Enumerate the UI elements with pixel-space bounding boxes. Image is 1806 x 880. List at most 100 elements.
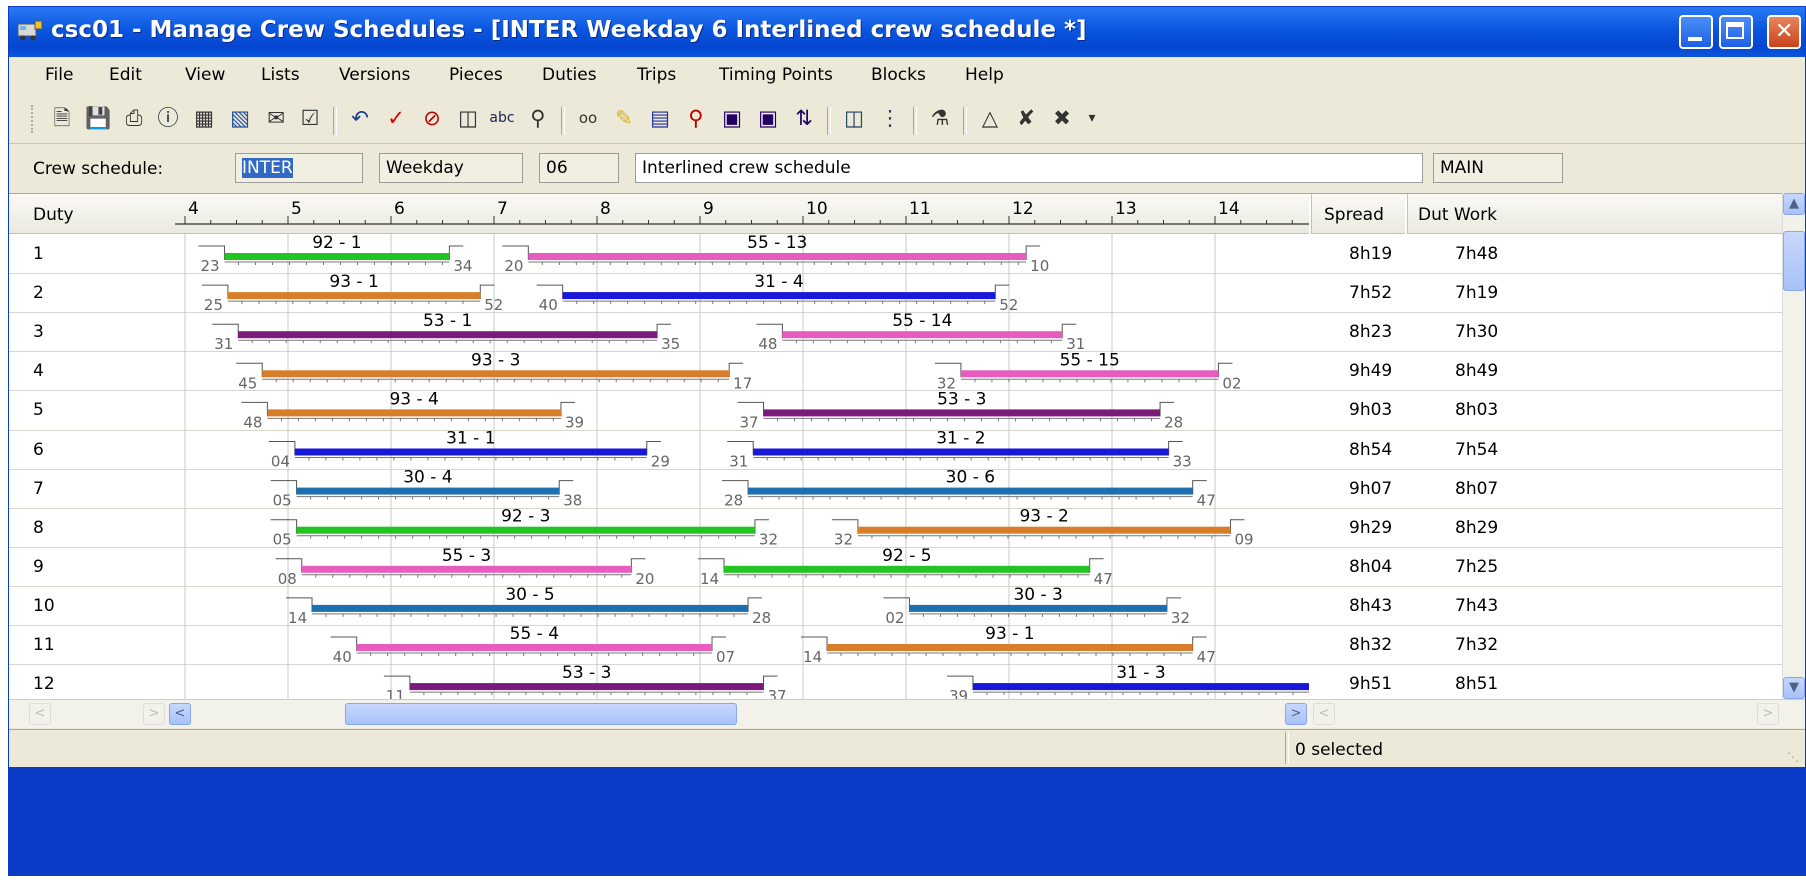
piece-start-minute: 48 [243, 413, 262, 431]
maximize-button[interactable] [1719, 15, 1753, 49]
menu-view[interactable]: View [185, 65, 225, 85]
duty-spread[interactable]: 8h19 [1349, 244, 1392, 264]
toolbar-separator [333, 107, 337, 135]
spellcheck-icon[interactable]: abc [489, 105, 515, 131]
cancel-icon[interactable]: ⊘ [419, 105, 445, 131]
sort-icon[interactable]: ⇅ [791, 105, 817, 131]
menu-timing-points[interactable]: Timing Points [719, 65, 833, 85]
piece-label: 31 - 2 [936, 429, 985, 449]
work-column-header[interactable]: Dut Work [1407, 194, 1785, 234]
duty-spread[interactable]: 8h04 [1349, 557, 1392, 577]
menu-bar: File Edit View Lists Versions Pieces Dut… [9, 57, 1805, 93]
add-piece-icon[interactable]: △ [977, 105, 1003, 131]
list-icon[interactable]: ▤ [647, 105, 673, 131]
menu-blocks[interactable]: Blocks [871, 65, 926, 85]
title-bar[interactable]: csc01 - Manage Crew Schedules - [INTER W… [9, 7, 1805, 57]
piece-end-minute: 34 [453, 257, 472, 275]
piece-start-minute: 14 [803, 648, 822, 666]
duty-spread[interactable]: 9h29 [1349, 518, 1392, 538]
duty-work[interactable]: 8h51 [1455, 674, 1498, 694]
piece-end-minute: 52 [999, 296, 1018, 314]
duty-spread[interactable]: 9h51 [1349, 674, 1392, 694]
split-icon[interactable]: ⚗ [927, 105, 953, 131]
bar-chart-icon[interactable]: ▧ [227, 105, 253, 131]
close-button[interactable] [1767, 15, 1801, 49]
duty-scroll-right-button[interactable]: > [143, 703, 165, 725]
duty-work[interactable]: 7h43 [1455, 596, 1498, 616]
search-zoom-icon[interactable]: ⚲ [683, 105, 709, 131]
time-scroll-right-button[interactable]: > [1285, 703, 1307, 725]
checkmark-icon[interactable]: ✓ [383, 105, 409, 131]
vertical-scroll-thumb[interactable] [1783, 231, 1805, 291]
menu-duties[interactable]: Duties [542, 65, 597, 85]
piece-bar [409, 683, 764, 691]
duty-scroll-left-button[interactable]: < [29, 703, 51, 725]
time-scroll-thumb[interactable] [345, 703, 737, 725]
duty-work[interactable]: 8h07 [1455, 479, 1498, 499]
scenario-field[interactable]: MAIN [1433, 153, 1563, 183]
schedule-id-field[interactable]: INTER [235, 153, 363, 183]
properties-icon[interactable]: ◫ [455, 105, 481, 131]
spread-column-header[interactable]: Spread [1311, 194, 1405, 234]
save-icon[interactable]: 💾 [85, 105, 111, 131]
duty-spread[interactable]: 9h03 [1349, 400, 1392, 420]
resize-grip-icon[interactable]: ⋱ [1787, 750, 1799, 764]
collapse-icon[interactable]: ▣ [755, 105, 781, 131]
minimize-button[interactable] [1679, 15, 1713, 49]
duty-work[interactable]: 8h03 [1455, 400, 1498, 420]
duty-work[interactable]: 7h25 [1455, 557, 1498, 577]
menu-file[interactable]: File [45, 65, 73, 85]
menu-help[interactable]: Help [965, 65, 1004, 85]
piece-start-minute: 04 [271, 453, 290, 471]
duty-work[interactable]: 7h54 [1455, 440, 1498, 460]
description-field[interactable]: Interlined crew schedule [635, 153, 1423, 183]
duty-work[interactable]: 8h29 [1455, 518, 1498, 538]
piece-start-minute: 23 [200, 257, 219, 275]
notes-icon[interactable]: ✉ [263, 105, 289, 131]
new-icon[interactable]: 🗎 [49, 105, 75, 131]
version-field[interactable]: 06 [539, 153, 619, 183]
piece-start-minute: 32 [834, 531, 853, 549]
duty-spread[interactable]: 9h07 [1349, 479, 1392, 499]
duty-work[interactable]: 7h19 [1455, 283, 1498, 303]
print-icon[interactable]: ⎙ [121, 105, 147, 131]
table-icon[interactable]: ▦ [191, 105, 217, 131]
duty-spread[interactable]: 8h54 [1349, 440, 1392, 460]
toolbar-grip[interactable] [31, 105, 37, 133]
menu-pieces[interactable]: Pieces [449, 65, 503, 85]
undo-icon[interactable]: ↶ [347, 105, 373, 131]
time-scroll-left-button[interactable]: < [169, 703, 191, 725]
tree-icon[interactable]: ⋮ [877, 105, 903, 131]
menu-edit[interactable]: Edit [109, 65, 142, 85]
duty-spread[interactable]: 7h52 [1349, 283, 1392, 303]
duty-spread[interactable]: 8h32 [1349, 635, 1392, 655]
hour-label: 10 [806, 199, 828, 219]
columns-scroll-left-button[interactable]: < [1313, 703, 1335, 725]
menu-trips[interactable]: Trips [637, 65, 676, 85]
piece-start-minute: 37 [740, 413, 759, 431]
vertical-scrollbar[interactable]: ▲ ▼ [1782, 193, 1805, 699]
highlight-icon[interactable]: ✎ [611, 105, 637, 131]
view-icon[interactable]: oo [575, 105, 601, 131]
expand-icon[interactable]: ▣ [719, 105, 745, 131]
day-type-field[interactable]: Weekday [379, 153, 523, 183]
duty-spread[interactable]: 8h43 [1349, 596, 1392, 616]
duty-work[interactable]: 7h32 [1455, 635, 1498, 655]
checkbox-icon[interactable]: ☑ [297, 105, 323, 131]
cut-piece-icon[interactable]: ✘ [1013, 105, 1039, 131]
more-icon[interactable]: ▾ [1079, 105, 1105, 131]
report-icon[interactable]: ◫ [841, 105, 867, 131]
duty-spread[interactable]: 8h23 [1349, 322, 1392, 342]
duty-work[interactable]: 7h30 [1455, 322, 1498, 342]
scroll-up-button[interactable]: ▲ [1783, 193, 1805, 215]
duty-work[interactable]: 8h49 [1455, 361, 1498, 381]
scroll-down-button[interactable]: ▼ [1783, 677, 1805, 699]
duty-spread[interactable]: 9h49 [1349, 361, 1392, 381]
info-icon[interactable]: ⓘ [155, 105, 181, 131]
remove-piece-icon[interactable]: ✖ [1049, 105, 1075, 131]
menu-versions[interactable]: Versions [339, 65, 410, 85]
menu-lists[interactable]: Lists [261, 65, 300, 85]
columns-scroll-right-button[interactable]: > [1757, 703, 1779, 725]
find-icon[interactable]: ⚲ [525, 105, 551, 131]
duty-work[interactable]: 7h48 [1455, 244, 1498, 264]
